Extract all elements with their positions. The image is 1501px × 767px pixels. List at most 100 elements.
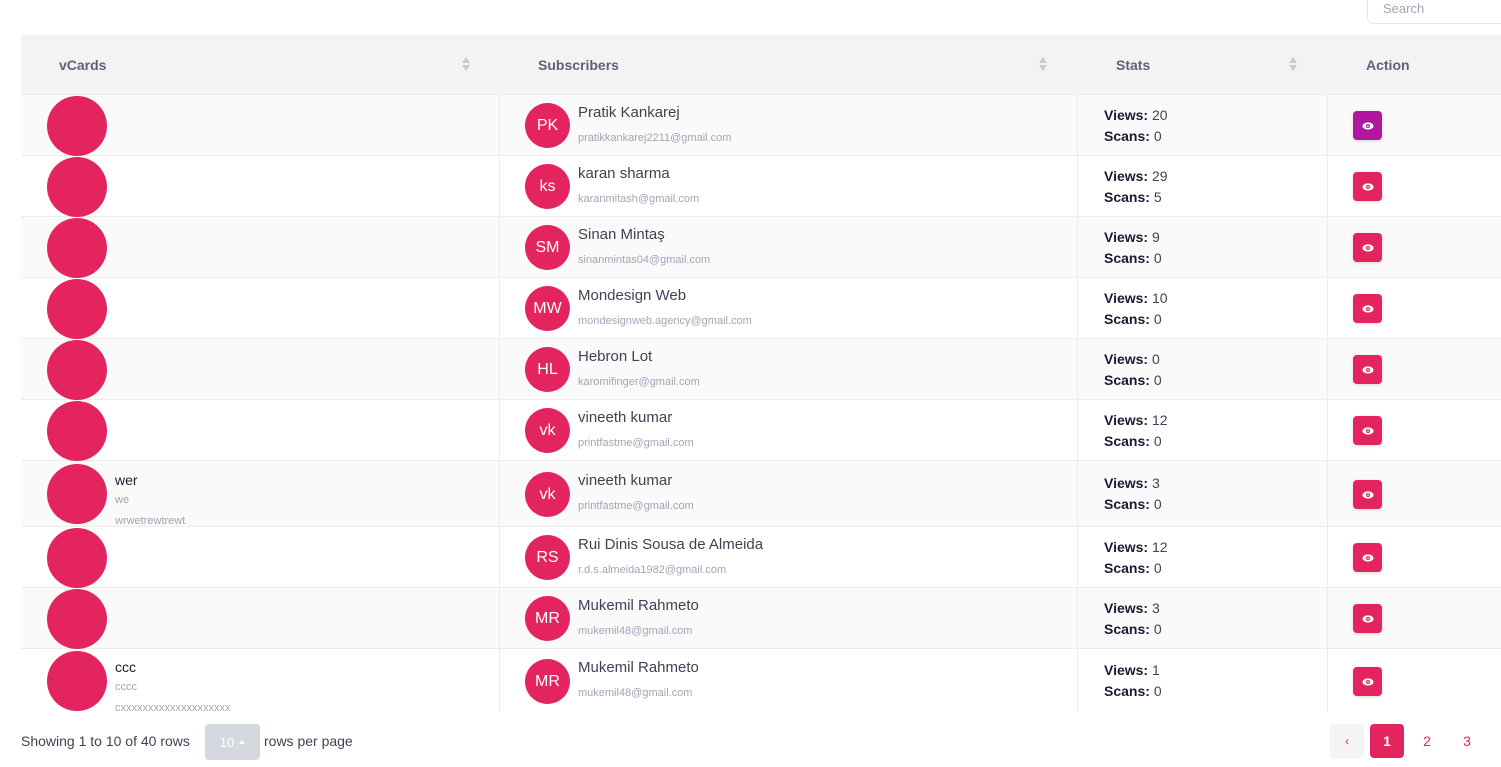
- pagination-page-1[interactable]: 1: [1370, 724, 1404, 758]
- page-size-select[interactable]: 10: [205, 724, 260, 760]
- subscriber-initials: SM: [535, 238, 560, 256]
- vcard-avatar[interactable]: [47, 528, 107, 588]
- scans-stat: Scans: 0: [1104, 372, 1162, 388]
- subscriber-initials: HL: [537, 360, 558, 378]
- action-cell: [1328, 527, 1501, 587]
- view-button[interactable]: [1353, 172, 1382, 201]
- view-button[interactable]: [1353, 604, 1382, 633]
- vcard-avatar[interactable]: [47, 340, 107, 400]
- subscriber-name: Sinan Mintaş: [578, 226, 665, 243]
- vcard-cell: [21, 588, 500, 649]
- table-row: PK Pratik Kankarej pratikkankarej2211@gm…: [21, 94, 1501, 156]
- sort-icon[interactable]: [1038, 57, 1048, 73]
- subscriber-avatar: MW: [525, 286, 570, 331]
- stats-cell: Views: 1 Scans: 0: [1078, 649, 1328, 712]
- subscriber-initials: ks: [539, 177, 556, 195]
- column-header-subscribers[interactable]: Subscribers: [500, 35, 1078, 94]
- views-stat: Views: 3: [1104, 475, 1160, 491]
- vcard-avatar[interactable]: [47, 651, 107, 711]
- scans-value: 0: [1153, 560, 1162, 576]
- views-label: Views:: [1104, 107, 1149, 123]
- vcard-cell: [21, 400, 500, 461]
- vcard-avatar[interactable]: [47, 401, 107, 461]
- views-label: Views:: [1104, 412, 1149, 428]
- subscriber-avatar: vk: [525, 408, 570, 453]
- stats-cell: Views: 3 Scans: 0: [1078, 461, 1328, 526]
- subscriber-email: sinanmintas04@gmail.com: [578, 254, 711, 266]
- subscriber-avatar: MR: [525, 596, 570, 641]
- view-button[interactable]: [1353, 416, 1382, 445]
- scans-label: Scans:: [1104, 433, 1150, 449]
- view-button[interactable]: [1353, 480, 1382, 509]
- eye-icon: [1361, 121, 1374, 130]
- subscriber-cell: HL Hebron Lot karomifinger@gmail.com: [500, 339, 1078, 399]
- vcard-cell: [21, 278, 500, 339]
- vcard-avatar[interactable]: [47, 464, 107, 524]
- column-header-vcards[interactable]: vCards: [21, 35, 500, 94]
- subscriber-name: vineeth kumar: [578, 472, 673, 489]
- stats-cell: Views: 29 Scans: 5: [1078, 156, 1328, 216]
- subscriber-initials: PK: [536, 116, 559, 134]
- subscriber-name: vineeth kumar: [578, 409, 673, 426]
- scans-value: 5: [1153, 189, 1162, 205]
- vcard-avatar[interactable]: [47, 279, 107, 339]
- view-button[interactable]: [1353, 233, 1382, 262]
- view-button[interactable]: [1353, 111, 1382, 140]
- caret-up-icon: [239, 740, 246, 744]
- views-value: 3: [1152, 475, 1160, 491]
- search-input[interactable]: Search: [1367, 0, 1501, 24]
- sort-icon[interactable]: [461, 57, 471, 73]
- eye-icon: [1361, 365, 1374, 374]
- sort-icon[interactable]: [1288, 57, 1298, 73]
- vcard-cell: [21, 217, 500, 278]
- table-row: vk vineeth kumar printfastme@gmail.com V…: [21, 399, 1501, 461]
- vcard-avatar[interactable]: [47, 218, 107, 278]
- subscriber-cell: SM Sinan Mintaş sinanmintas04@gmail.com: [500, 217, 1078, 277]
- pagination-prev-button[interactable]: ‹: [1330, 724, 1364, 758]
- action-cell: [1328, 339, 1501, 399]
- views-label: Views:: [1104, 229, 1149, 245]
- vcard-avatar[interactable]: [47, 589, 107, 649]
- vcard-avatar[interactable]: [47, 157, 107, 217]
- table-row: MW Mondesign Web mondesignweb.agency@gma…: [21, 277, 1501, 339]
- pagination-summary: Showing 1 to 10 of 40 rows: [21, 733, 190, 749]
- views-label: Views:: [1104, 475, 1149, 491]
- scans-value: 0: [1153, 621, 1162, 637]
- subscriber-avatar: MR: [525, 659, 570, 704]
- scans-value: 0: [1153, 496, 1162, 512]
- pagination-page-3[interactable]: 3: [1450, 724, 1484, 758]
- scans-label: Scans:: [1104, 621, 1150, 637]
- table-row: MR Mukemil Rahmeto mukemil48@gmail.com V…: [21, 587, 1501, 649]
- subscriber-cell: MR Mukemil Rahmeto mukemil48@gmail.com: [500, 588, 1078, 648]
- scans-stat: Scans: 0: [1104, 560, 1162, 576]
- subscriber-email: printfastme@gmail.com: [578, 500, 694, 512]
- pagination: ‹ 1 2 3: [1330, 724, 1484, 758]
- vcard-name[interactable]: wer: [115, 472, 138, 488]
- pagination-page-2[interactable]: 2: [1410, 724, 1444, 758]
- views-stat: Views: 10: [1104, 290, 1168, 306]
- scans-label: Scans:: [1104, 189, 1150, 205]
- subscriber-cell: MR Mukemil Rahmeto mukemil48@gmail.com: [500, 649, 1078, 712]
- eye-icon: [1361, 182, 1374, 191]
- view-button[interactable]: [1353, 294, 1382, 323]
- subscriber-cell: MW Mondesign Web mondesignweb.agency@gma…: [500, 278, 1078, 338]
- subscriber-email: r.d.s.almeida1982@gmail.com: [578, 564, 727, 576]
- vcard-avatar[interactable]: [47, 96, 107, 156]
- column-header-stats[interactable]: Stats: [1078, 35, 1328, 94]
- rows-per-page-label: rows per page: [264, 733, 353, 749]
- eye-icon: [1361, 677, 1374, 686]
- subscriber-avatar: PK: [525, 103, 570, 148]
- column-label: vCards: [59, 56, 107, 73]
- vcard-name[interactable]: ccc: [115, 659, 136, 675]
- view-button[interactable]: [1353, 543, 1382, 572]
- scans-label: Scans:: [1104, 311, 1150, 327]
- view-button[interactable]: [1353, 355, 1382, 384]
- action-cell: [1328, 649, 1501, 712]
- views-stat: Views: 3: [1104, 600, 1160, 616]
- scans-stat: Scans: 0: [1104, 128, 1162, 144]
- view-button[interactable]: [1353, 667, 1382, 696]
- table-row: ccc cccc cxxxxxxxxxxxxxxxxxxxx MR Mukemi…: [21, 648, 1501, 714]
- vcard-occupation: cccc: [115, 681, 137, 693]
- views-label: Views:: [1104, 351, 1149, 367]
- views-label: Views:: [1104, 662, 1149, 678]
